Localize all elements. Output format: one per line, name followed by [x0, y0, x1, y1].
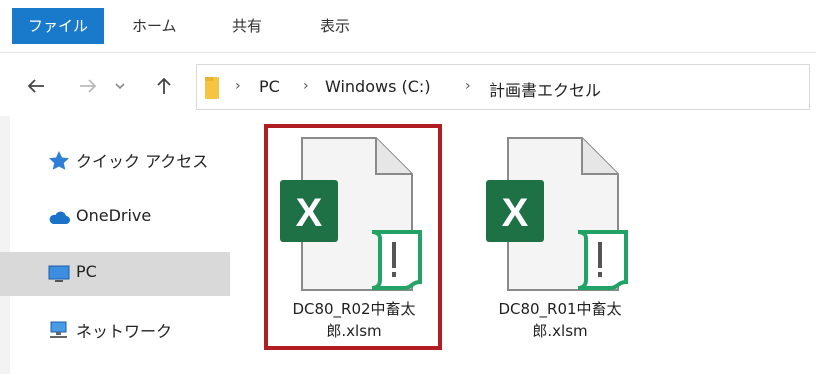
sidebar-item-label: ネットワーク [76, 322, 173, 341]
file-name: DC80_R01中畜太 郎.xlsm [498, 300, 622, 340]
selection-highlight-box [264, 124, 442, 350]
sidebar-item-onedrive[interactable]: OneDrive [0, 196, 230, 240]
star-icon [49, 151, 69, 170]
ribbon: ファイル ホーム 共有 表示 [0, 0, 816, 53]
back-arrow-icon[interactable] [24, 74, 48, 98]
svg-text:X: X [502, 191, 529, 235]
tab-home[interactable]: ホーム [118, 10, 191, 42]
breadcrumb-windows-c[interactable]: Windows (C:) [325, 77, 431, 96]
tab-file[interactable]: ファイル [12, 8, 105, 44]
excel-macro-file-icon: X [486, 137, 628, 291]
recent-dropdown-icon[interactable] [112, 74, 128, 98]
address-row: › PC › Windows (C:) › 計画書エクセル [0, 56, 816, 116]
monitor-icon [48, 265, 70, 282]
sidebar-item-label: OneDrive [76, 206, 152, 225]
address-bar[interactable]: › PC › Windows (C:) › 計画書エクセル [196, 64, 810, 110]
breadcrumb-current-folder[interactable]: 計画書エクセル [489, 77, 601, 101]
cloud-icon [49, 211, 70, 224]
breadcrumb-pc[interactable]: PC [259, 77, 280, 96]
sidebar-item-label: クイック アクセス [76, 152, 209, 171]
sidebar-item-quick-access[interactable]: クイック アクセス [0, 138, 230, 182]
folder-icon [205, 77, 219, 99]
sidebar-item-pc[interactable]: PC [0, 252, 230, 296]
forward-arrow-icon[interactable] [76, 74, 100, 98]
sidebar-item-label: PC [76, 262, 97, 281]
sidebar-item-network[interactable]: ネットワーク [0, 308, 230, 352]
breadcrumb-separator-icon: › [235, 78, 241, 94]
breadcrumb-separator-icon: › [303, 78, 309, 94]
tab-view[interactable]: 表示 [306, 10, 364, 42]
navigation-pane: クイック アクセス OneDrive PC ネットワーク [0, 116, 232, 374]
file-item[interactable]: X DC80_R01中畜太 郎.xlsm [470, 130, 650, 354]
up-arrow-icon[interactable] [152, 74, 176, 98]
network-icon [50, 321, 67, 338]
tab-share[interactable]: 共有 [218, 10, 276, 42]
breadcrumb-separator-icon: › [465, 78, 471, 94]
